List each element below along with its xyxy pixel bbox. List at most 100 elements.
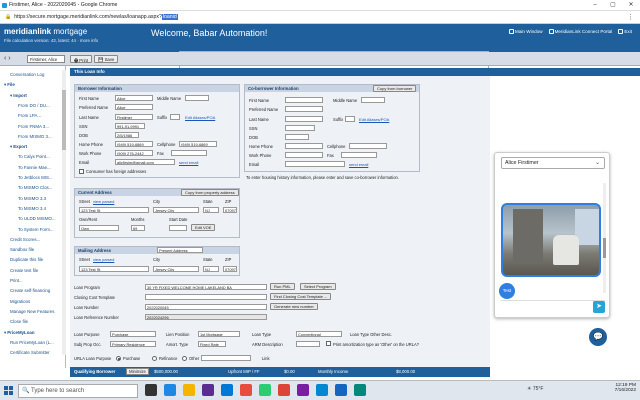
file-explorer-icon[interactable] — [183, 384, 195, 396]
exit-link[interactable]: Exit — [618, 29, 632, 34]
maximize-button[interactable]: ▢ — [604, 0, 622, 11]
chat-bubble-icon[interactable]: 💬 — [589, 328, 607, 346]
co-suffix-select[interactable] — [345, 116, 355, 122]
word-icon[interactable] — [335, 384, 347, 396]
loan-purpose-select[interactable]: Purchase — [110, 331, 156, 337]
sidebar-item[interactable]: From DO / DU... — [18, 103, 50, 108]
chat-scrollbar[interactable] — [603, 183, 606, 293]
sidebar-item[interactable]: To MISMO 3.4 — [18, 206, 46, 211]
cellphone-field[interactable]: (949) 519-6869 — [179, 141, 217, 147]
sidebar-item[interactable]: To System Form... — [18, 227, 54, 232]
urla-other-radio[interactable] — [182, 356, 187, 361]
closing-cost-field[interactable] — [145, 294, 267, 300]
mailing-zip-field[interactable]: 07097 — [223, 266, 237, 272]
loan-number-field[interactable]: 2022020045 — [145, 304, 267, 310]
mailing-address-select[interactable]: Present Address — [157, 247, 203, 253]
sidebar-item[interactable]: Print... — [10, 278, 23, 283]
co-last-name-field[interactable] — [285, 116, 323, 122]
send-email-link[interactable]: send email — [179, 160, 198, 165]
sidebar-item[interactable]: Credit Scores... — [10, 237, 40, 242]
sidebar-item[interactable]: Create self-financing — [10, 288, 50, 293]
edit-voe-button[interactable]: Edit VOE — [191, 224, 216, 231]
browser-menu-icon[interactable]: ⋮ — [627, 13, 634, 21]
chevron-down-icon[interactable]: ▾ — [4, 82, 6, 87]
sidebar-item[interactable]: Sandbox file — [10, 247, 34, 252]
urla-purchase-radio[interactable] — [116, 356, 121, 361]
main-window-link[interactable]: Main Window — [509, 29, 543, 34]
generate-number-button[interactable]: Generate new number — [270, 303, 318, 310]
chat-contact-select[interactable]: Alice Firstimer ⌄ — [501, 157, 605, 169]
co-dob-field[interactable] — [285, 134, 309, 140]
url-text[interactable]: https://secure.mortgage.meridianlink.com… — [14, 14, 178, 20]
suffix-select[interactable] — [170, 114, 180, 120]
sidebar-item[interactable]: From LPA... — [18, 113, 41, 118]
co-email-field[interactable] — [285, 161, 345, 167]
app-icon-green[interactable] — [259, 384, 271, 396]
sidebar-item[interactable]: From MISMO 3... — [18, 134, 52, 139]
sidebar-item[interactable]: To Jetblocs MIS... — [18, 175, 53, 180]
sidebar-item[interactable]: ▾PriceMyLoan — [4, 330, 35, 336]
connect-portal-link[interactable]: MeridianLink Connect Portal — [548, 29, 612, 34]
chevron-down-icon[interactable]: ▾ — [10, 144, 12, 149]
minimize-button[interactable]: – — [586, 0, 604, 11]
lien-position-select[interactable]: 1st Mortgage — [198, 331, 240, 337]
preferred-name-field[interactable]: Alice — [115, 104, 153, 110]
mailing-city-field[interactable]: Jersey City — [153, 266, 199, 272]
weather-widget[interactable]: ☀ 75°F — [527, 386, 544, 392]
co-work-phone-field[interactable] — [285, 152, 323, 158]
city-field[interactable]: Jersey City — [153, 207, 199, 213]
outlook-icon[interactable] — [316, 384, 328, 396]
mailing-street-field[interactable]: 123 Test St — [79, 266, 149, 272]
taskbar-search-input[interactable]: 🔍 Type here to search — [18, 384, 138, 398]
first-name-field[interactable]: Alice — [115, 95, 153, 101]
co-middle-name-field[interactable] — [361, 97, 385, 103]
view-parsed-link[interactable]: view parsed — [93, 199, 114, 204]
last-name-field[interactable]: Firstimer — [115, 114, 153, 120]
minimize-button[interactable]: Minimize — [126, 368, 149, 375]
forward-arrow-icon[interactable]: › — [8, 55, 10, 62]
sidebar-item[interactable]: ▾Export — [10, 144, 27, 150]
loan-program-field[interactable]: 30 YR FIXED WELCOME HOME LAKELAND BA — [145, 284, 267, 290]
sidebar-scrollbar[interactable] — [62, 70, 66, 355]
sidebar-scroll-thumb[interactable] — [62, 90, 66, 150]
chevron-down-icon[interactable]: ▾ — [4, 330, 6, 335]
mailing-state-select[interactable]: NJ — [203, 266, 219, 272]
subj-prop-occ-select[interactable]: Primary Residence — [110, 341, 156, 347]
edit-alias-link[interactable]: Edit Aliases/POA — [185, 115, 215, 120]
co-cellphone-field[interactable] — [349, 143, 387, 149]
copy-from-borrower-button[interactable]: Copy from borrower — [373, 85, 417, 92]
zip-field[interactable]: 07097 — [223, 207, 237, 213]
sidebar-item[interactable]: Migrations — [10, 299, 30, 304]
months-field[interactable]: 69 — [131, 225, 145, 231]
select-program-button[interactable]: Select Program — [300, 283, 336, 290]
sidebar-item[interactable]: To MISMO 3.3 — [18, 196, 46, 201]
sidebar-item[interactable]: Manage New Features — [10, 309, 54, 314]
copy-property-address-button[interactable]: Copy from property address — [181, 189, 239, 196]
state-select[interactable]: NJ — [203, 207, 219, 213]
co-first-name-field[interactable] — [285, 97, 323, 103]
street-field[interactable]: 123 Test St — [79, 207, 149, 213]
chevron-down-icon[interactable]: ▾ — [10, 93, 12, 98]
print-button[interactable]: 🖶 Print — [70, 55, 93, 63]
back-arrow-icon[interactable]: ‹ — [4, 55, 6, 62]
fax-field[interactable] — [171, 150, 207, 156]
home-phone-field[interactable]: (949) 519-6869 — [115, 141, 153, 147]
co-ssn-field[interactable] — [285, 125, 315, 131]
run-pml-button[interactable]: Run PML — [270, 283, 295, 290]
sidebar-item[interactable]: ▾Import — [10, 93, 27, 99]
amort-type-select[interactable]: Fixed Rate — [198, 341, 226, 347]
send-icon[interactable]: ➤ — [593, 301, 605, 313]
foreign-address-checkbox[interactable] — [79, 169, 84, 174]
co-preferred-name-field[interactable] — [285, 106, 323, 112]
chat-scroll-thumb[interactable] — [603, 238, 606, 258]
windows-start-icon[interactable] — [4, 386, 14, 396]
co-send-email-link[interactable]: send email — [349, 162, 368, 167]
dob-field[interactable]: 2/5/1986 — [115, 132, 139, 138]
middle-name-field[interactable] — [185, 95, 209, 101]
ssn-field[interactable]: 991-91-9991 — [115, 123, 145, 129]
borrower-select[interactable]: Firstimer, Alice — [27, 55, 65, 63]
urla-refinance-radio[interactable] — [152, 356, 157, 361]
visual-studio-icon[interactable] — [202, 384, 214, 396]
sidebar-item[interactable]: Conversation Log — [10, 72, 44, 77]
sidebar-item[interactable]: To MISMO Clos... — [18, 185, 52, 190]
